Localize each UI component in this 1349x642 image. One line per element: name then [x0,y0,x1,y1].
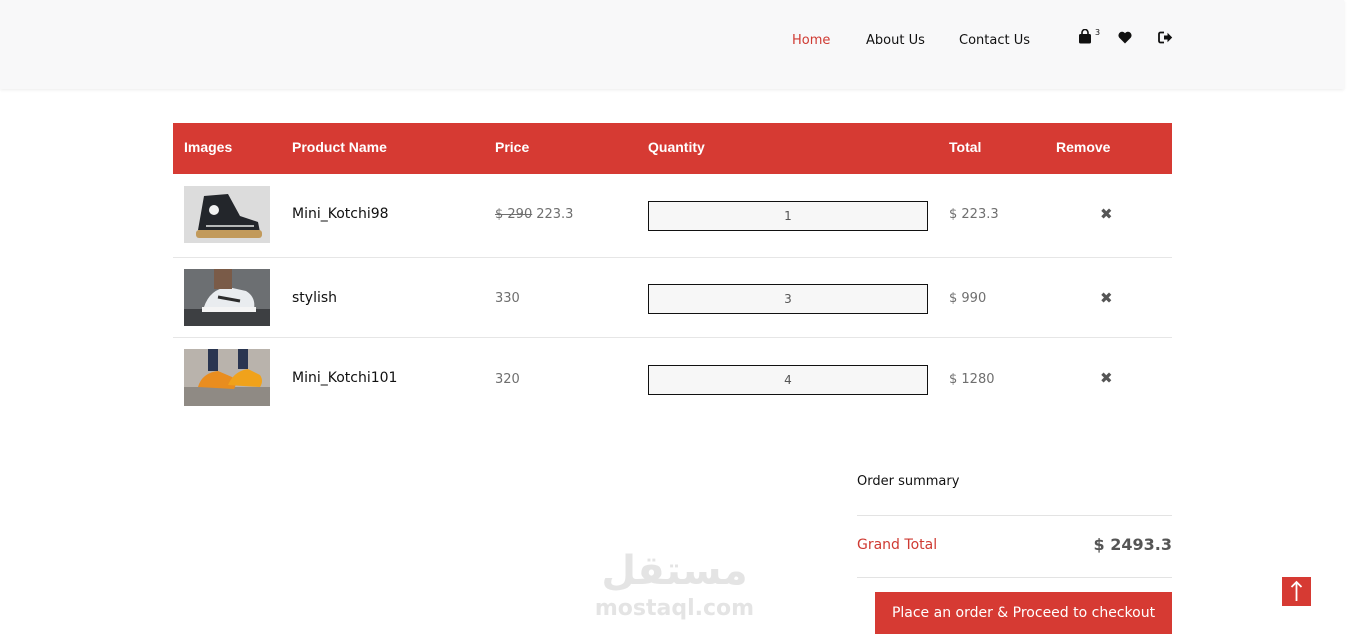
header-total: Total [949,139,982,155]
header-product-name: Product Name [292,139,387,155]
nav-home-link[interactable]: Home [792,33,830,48]
table-row: Mini_Kotchi101 320 $ 1280 ✖ [173,338,1172,418]
logout-icon[interactable] [1158,29,1174,45]
original-price: $ 290 [495,207,533,222]
table-header: Images Product Name Price Quantity Total… [173,123,1172,174]
remove-item-icon[interactable]: ✖ [1100,369,1113,387]
watermark-arabic: مستقل [601,548,748,594]
product-image [184,349,270,406]
product-price: 330 [495,291,520,306]
product-image [184,186,270,243]
summary-divider [857,577,1172,578]
checkout-button[interactable]: Place an order & Proceed to checkout [875,592,1172,634]
cart-count-badge: 3 [1095,28,1101,37]
grand-total-label: Grand Total [857,537,938,553]
watermark: مستقل mostaql.com [592,548,757,630]
product-price: $ 290 223.3 [495,207,573,222]
product-name: stylish [292,290,338,306]
heart-icon[interactable] [1118,29,1134,45]
discounted-price: 223.3 [536,207,574,222]
grand-total-value: $ 2493.3 [1093,535,1172,554]
remove-item-icon[interactable]: ✖ [1100,289,1113,307]
header-quantity: Quantity [648,139,705,155]
summary-divider [857,515,1172,516]
scroll-to-top-button[interactable] [1282,577,1311,606]
header-images: Images [184,139,233,155]
quantity-input[interactable] [648,284,928,314]
shopping-bag-icon[interactable] [1078,28,1094,45]
nav-contact-link[interactable]: Contact Us [959,33,1030,48]
watermark-latin: mostaql.com [594,596,755,621]
row-total: $ 1280 [949,372,995,387]
product-image [184,269,270,326]
table-row: Mini_Kotchi98 $ 290223.3 $ 223.3 ✖ [173,174,1172,254]
arrow-up-icon [1290,580,1303,601]
nav-about-link[interactable]: About Us [866,33,925,48]
product-name: Mini_Kotchi101 [292,370,398,386]
product-price: 320 [495,372,520,387]
top-navbar: Home About Us Contact Us 3 [0,0,1344,89]
row-total: $ 223.3 [949,207,999,222]
quantity-input[interactable] [648,201,928,231]
row-total: $ 990 [949,291,987,306]
header-price: Price [495,139,530,155]
order-summary-title: Order summary [857,474,960,489]
quantity-input[interactable] [648,365,928,395]
table-row: stylish 330 $ 990 ✖ [173,258,1172,338]
header-remove: Remove [1056,139,1111,155]
product-name: Mini_Kotchi98 [292,206,389,222]
remove-item-icon[interactable]: ✖ [1100,205,1113,223]
